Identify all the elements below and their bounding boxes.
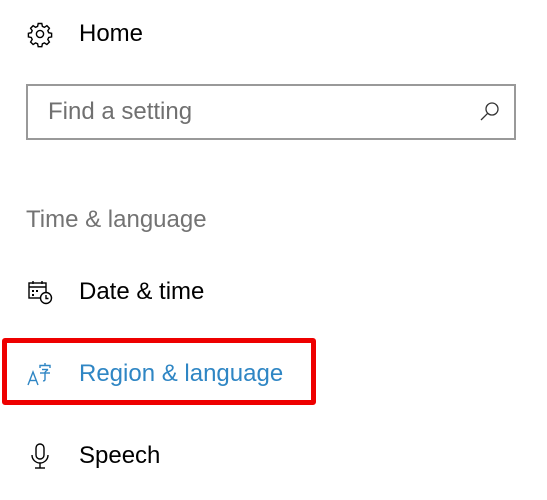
- nav-item-date-time[interactable]: Date & time: [0, 260, 547, 324]
- gear-icon: [26, 20, 54, 48]
- nav-item-date-time-label: Date & time: [79, 278, 205, 305]
- nav-item-speech-label: Speech: [79, 442, 161, 469]
- nav-item-region-language[interactable]: Region & language: [0, 342, 547, 406]
- search-box: [26, 84, 516, 140]
- nav-item-region-language-label: Region & language: [79, 360, 284, 387]
- search-icon[interactable]: [478, 100, 502, 124]
- language-icon: [26, 360, 54, 388]
- nav-item-home[interactable]: Home: [0, 2, 547, 66]
- settings-navigation-pane: Home Time & language: [0, 0, 547, 500]
- section-header: Time & language: [26, 206, 207, 233]
- nav-item-home-label: Home: [79, 20, 144, 47]
- search-input[interactable]: [28, 86, 468, 138]
- microphone-icon: [26, 442, 54, 470]
- nav-item-speech[interactable]: Speech: [0, 424, 547, 488]
- calendar-clock-icon: [26, 278, 54, 306]
